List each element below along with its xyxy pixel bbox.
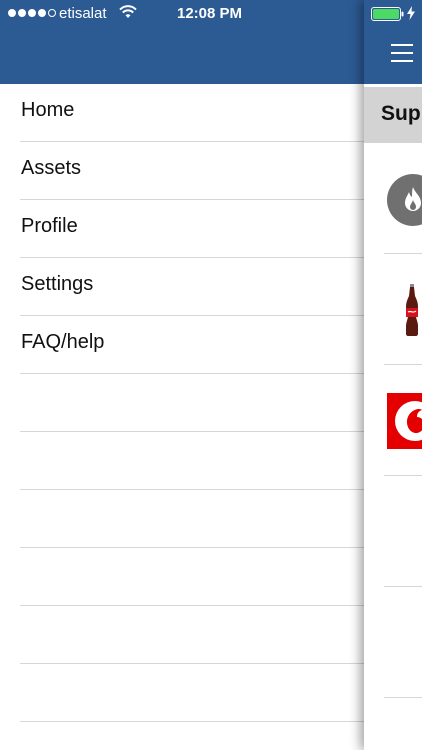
empty-row <box>0 664 364 722</box>
section-title: Sup <box>381 102 421 125</box>
main-content-panel[interactable]: Sup <box>364 0 422 750</box>
vodafone-logo-icon <box>387 393 422 449</box>
empty-row <box>0 490 364 548</box>
clock: 12:08 PM <box>177 5 243 22</box>
menu-item-assets[interactable]: Assets <box>0 142 364 200</box>
supplier-row[interactable] <box>364 365 422 476</box>
supplier-row[interactable] <box>364 476 422 587</box>
empty-row <box>0 548 364 606</box>
drawer-menu: Home Assets Profile Settings FAQ/help <box>0 84 364 750</box>
carrier-name: etisalat <box>59 5 107 22</box>
battery-icon <box>371 7 404 21</box>
empty-row <box>0 606 364 664</box>
menu-item-label: Settings <box>21 273 94 295</box>
supplier-row[interactable] <box>364 587 422 698</box>
menu-item-label: FAQ/help <box>21 331 105 353</box>
menu-item-faq-help[interactable]: FAQ/help <box>0 316 364 374</box>
signal-strength-icon <box>8 9 56 17</box>
menu-item-home[interactable]: Home <box>0 84 364 142</box>
coca-cola-bottle-icon <box>406 284 418 336</box>
section-header: Sup <box>364 87 422 143</box>
menu-item-label: Home <box>21 99 75 121</box>
wifi-icon <box>119 5 137 18</box>
navigation-drawer: Home Assets Profile Settings FAQ/help <box>0 0 364 750</box>
empty-row <box>0 722 364 750</box>
supplier-row[interactable] <box>364 143 422 254</box>
empty-row <box>0 432 364 490</box>
menu-item-label: Assets <box>21 157 82 179</box>
menu-item-settings[interactable]: Settings <box>0 258 364 316</box>
menu-item-profile[interactable]: Profile <box>0 200 364 258</box>
hamburger-menu-icon[interactable] <box>391 44 413 62</box>
divider <box>384 697 422 698</box>
empty-row <box>0 374 364 432</box>
menu-item-label: Profile <box>21 215 78 237</box>
status-bar: etisalat 12:08 PM <box>0 0 422 28</box>
gas-flame-icon <box>387 174 422 226</box>
charging-bolt-icon <box>407 6 415 20</box>
supplier-row[interactable] <box>364 254 422 365</box>
